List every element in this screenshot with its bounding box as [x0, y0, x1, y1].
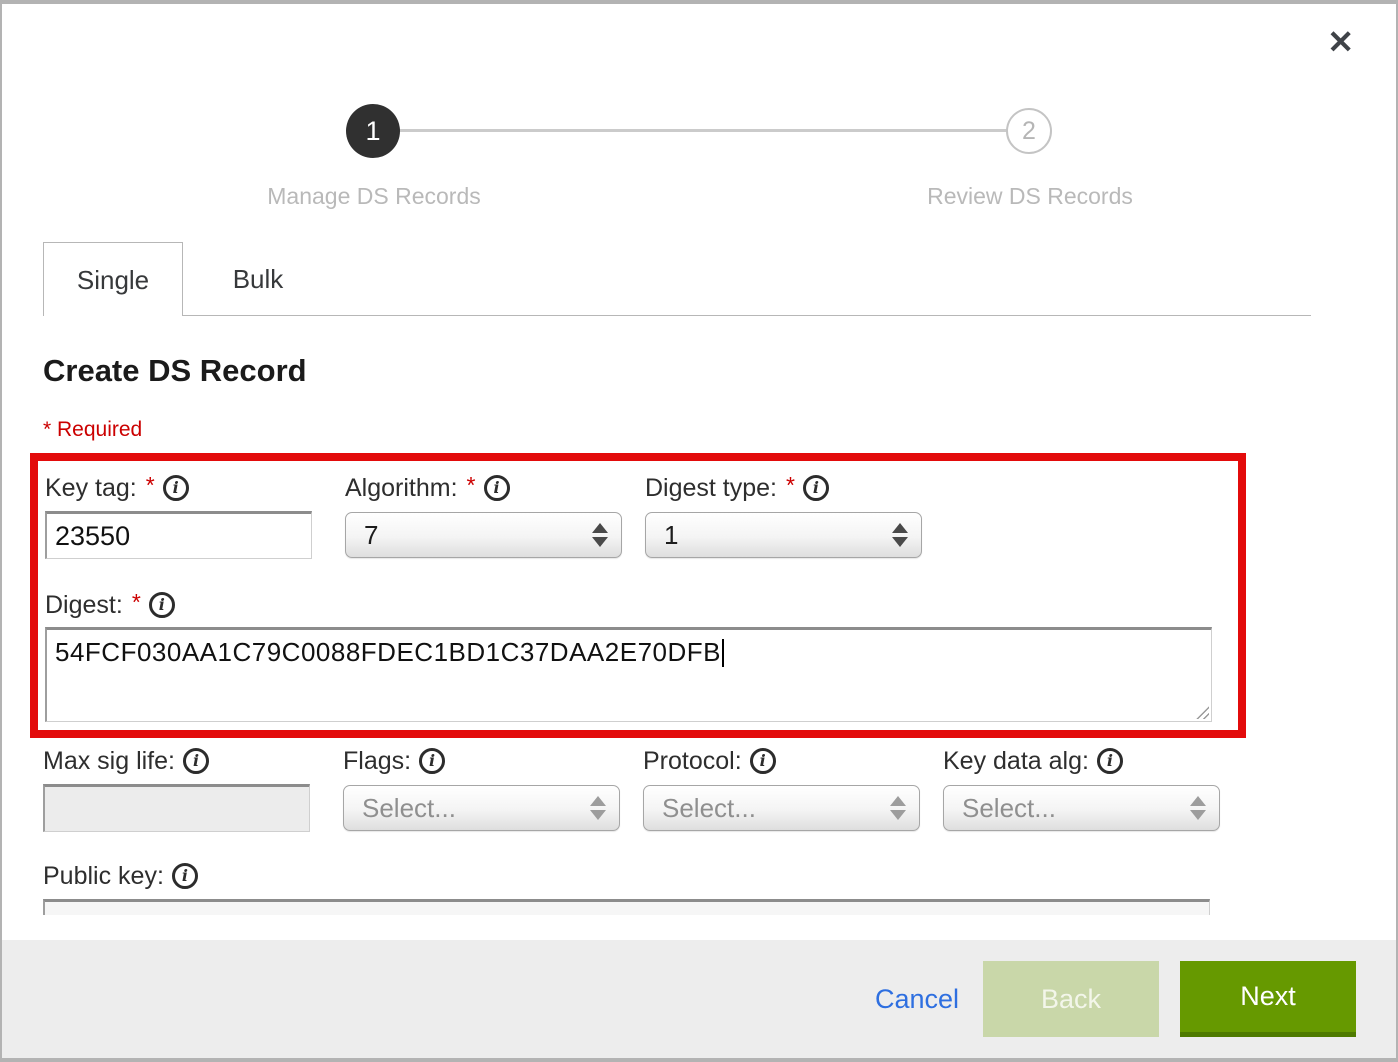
info-icon[interactable]: [750, 748, 776, 774]
step-2-label: Review DS Records: [890, 183, 1170, 210]
flags-selected-value: Select...: [362, 793, 456, 824]
key-tag-input[interactable]: [45, 511, 312, 559]
info-icon[interactable]: [183, 748, 209, 774]
key-data-alg-selected-value: Select...: [962, 793, 1056, 824]
field-public-key: Public key:: [43, 860, 1210, 915]
dialog-footer: Cancel Back Next: [2, 940, 1396, 1058]
tab-single[interactable]: Single: [43, 242, 183, 316]
select-arrows-icon: [1190, 796, 1206, 820]
next-button[interactable]: Next: [1180, 961, 1356, 1037]
max-sig-life-label: Max sig life:: [43, 747, 175, 776]
stepper-connector-line: [398, 129, 1008, 132]
required-star: *: [467, 472, 476, 499]
step-2-circle: 2: [1006, 108, 1052, 154]
flags-select[interactable]: Select...: [343, 785, 620, 831]
protocol-label: Protocol:: [643, 747, 742, 776]
required-star: *: [132, 589, 141, 616]
key-tag-label: Key tag:: [45, 474, 137, 503]
algorithm-selected-value: 7: [364, 520, 378, 551]
info-icon[interactable]: [1097, 748, 1123, 774]
step-1-circle: 1: [346, 104, 400, 158]
digest-value: 54FCF030AA1C79C0088FDEC1BD1C37DAA2E70DFB: [55, 637, 721, 667]
protocol-select[interactable]: Select...: [643, 785, 920, 831]
field-protocol: Protocol: Select...: [643, 745, 920, 831]
info-icon[interactable]: [419, 748, 445, 774]
select-arrows-icon: [892, 523, 908, 547]
back-button[interactable]: Back: [983, 961, 1159, 1037]
select-arrows-icon: [592, 523, 608, 547]
field-key-tag: Key tag: *: [45, 472, 312, 559]
required-note: * Required: [43, 418, 142, 442]
digest-textarea[interactable]: 54FCF030AA1C79C0088FDEC1BD1C37DAA2E70DFB: [45, 627, 1212, 722]
algorithm-select[interactable]: 7: [345, 512, 622, 558]
tab-bulk[interactable]: Bulk: [183, 242, 333, 316]
step-2-number: 2: [1022, 117, 1036, 146]
public-key-label: Public key:: [43, 862, 164, 891]
stepper: 1 2 Manage DS Records Review DS Records: [2, 4, 1396, 234]
page-title: Create DS Record: [43, 353, 307, 389]
required-star: *: [146, 472, 155, 499]
key-data-alg-select[interactable]: Select...: [943, 785, 1220, 831]
field-flags: Flags: Select...: [343, 745, 620, 831]
select-arrows-icon: [590, 796, 606, 820]
resize-handle[interactable]: [1194, 704, 1209, 719]
protocol-selected-value: Select...: [662, 793, 756, 824]
field-digest: Digest: * 54FCF030AA1C79C0088FDEC1BD1C37…: [45, 589, 1212, 722]
digest-label: Digest:: [45, 591, 123, 620]
field-algorithm: Algorithm: * 7: [345, 472, 622, 558]
step-1-number: 1: [365, 116, 380, 147]
create-ds-record-dialog: ✕ 1 2 Manage DS Records Review DS Record…: [0, 0, 1398, 1062]
info-icon[interactable]: [163, 475, 189, 501]
required-star: *: [786, 472, 795, 499]
max-sig-life-input[interactable]: [43, 784, 310, 832]
field-max-sig-life: Max sig life:: [43, 745, 310, 832]
digest-type-selected-value: 1: [664, 520, 678, 551]
info-icon[interactable]: [484, 475, 510, 501]
step-1-label: Manage DS Records: [234, 183, 514, 210]
info-icon[interactable]: [149, 592, 175, 618]
info-icon[interactable]: [803, 475, 829, 501]
required-fields-highlight: Key tag: * Algorithm: * 7 Digest type: *: [30, 453, 1246, 738]
cancel-button[interactable]: Cancel: [875, 984, 959, 1015]
flags-label: Flags:: [343, 747, 411, 776]
info-icon[interactable]: [172, 863, 198, 889]
digest-type-label: Digest type:: [645, 474, 777, 503]
field-key-data-alg: Key data alg: Select...: [943, 745, 1220, 831]
select-arrows-icon: [890, 796, 906, 820]
field-digest-type: Digest type: * 1: [645, 472, 922, 558]
algorithm-label: Algorithm:: [345, 474, 458, 503]
public-key-textarea[interactable]: [43, 899, 1210, 915]
key-data-alg-label: Key data alg:: [943, 747, 1089, 776]
digest-type-select[interactable]: 1: [645, 512, 922, 558]
text-cursor: [722, 639, 724, 667]
